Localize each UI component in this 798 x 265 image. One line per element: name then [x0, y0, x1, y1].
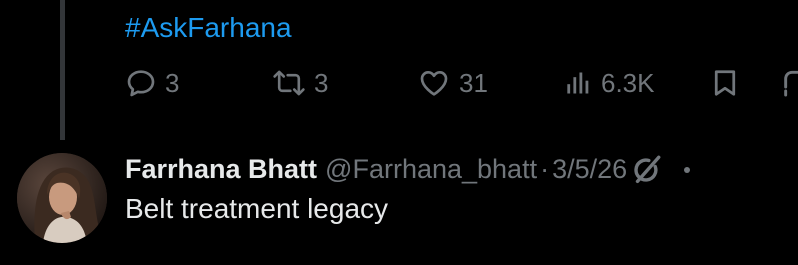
like-button[interactable]: 31	[417, 63, 488, 103]
share-icon	[780, 67, 798, 99]
views-button[interactable]: 6.3K	[565, 63, 655, 103]
reply-icon	[125, 67, 157, 99]
repost-button[interactable]: 3	[272, 63, 328, 103]
reply-button[interactable]: 3	[125, 63, 179, 103]
reply-tweet[interactable]: Farrhana Bhatt @Farrhana_bhatt · 3/5/26 Bel…	[17, 153, 798, 253]
views-icon	[565, 67, 593, 99]
grok-icon[interactable]	[629, 153, 663, 187]
bookmark-button[interactable]	[710, 63, 740, 103]
reply-count: 3	[165, 68, 180, 98]
more-icon[interactable]	[684, 167, 690, 173]
display-name[interactable]: Farrhana Bhatt	[125, 154, 317, 184]
reply-text: Belt treatment legacy	[125, 193, 389, 224]
thread-connector-line	[60, 0, 65, 140]
repost-icon	[272, 67, 306, 99]
reply-header: Farrhana Bhatt @Farrhana_bhatt · 3/5/26	[125, 153, 798, 185]
share-button[interactable]	[780, 63, 798, 103]
avatar[interactable]	[17, 153, 107, 243]
user-handle[interactable]: @Farrhana_bhatt	[325, 154, 537, 184]
bookmark-icon	[710, 67, 740, 99]
like-count: 31	[459, 68, 488, 98]
hashtag-link[interactable]: #AskFarhana	[125, 10, 292, 46]
meta-separator: ·	[540, 154, 550, 184]
post-action-bar: 3 3 31 6.3K	[125, 63, 798, 103]
post-date[interactable]: 3/5/26	[552, 154, 627, 184]
repost-count: 3	[314, 68, 329, 98]
like-icon	[417, 67, 451, 99]
views-count: 6.3K	[601, 68, 655, 98]
